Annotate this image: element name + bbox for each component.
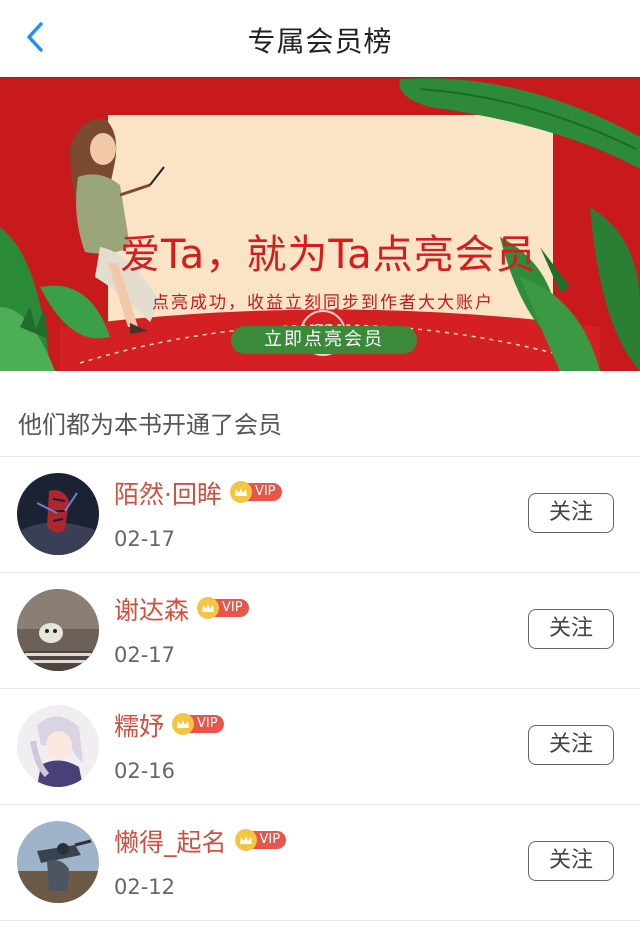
follow-button[interactable]: 关注	[528, 725, 614, 765]
member-date: 02-17	[114, 643, 176, 667]
member-date: 02-16	[114, 759, 176, 783]
member-date: 02-17	[114, 527, 176, 551]
list-item[interactable]: 糯妤 VIP 02-16 关注	[0, 689, 640, 805]
member-name[interactable]: 陌然·回眸 VIP	[114, 475, 282, 511]
list-item[interactable]: 谢达森 VIP 02-17 关注	[0, 573, 640, 689]
light-up-vip-button[interactable]: 立即点亮会员	[231, 326, 417, 354]
top-nav-bar: 专属会员榜	[0, 0, 640, 77]
vip-badge: VIP	[234, 829, 287, 851]
vip-badge: VIP	[172, 713, 224, 735]
banner-subtitle: 点亮成功，收益立刻同步到作者大大账户	[152, 293, 494, 313]
crown-icon	[197, 597, 220, 619]
list-item[interactable]: 懒得_起名 VIP 02-12 关注	[0, 805, 640, 921]
banner-title: 爱Ta，就为Ta点亮会员	[120, 232, 537, 278]
follow-button[interactable]: 关注	[528, 493, 614, 533]
avatar[interactable]	[17, 589, 99, 671]
member-name-text: 糯妤	[114, 712, 165, 741]
crown-icon	[229, 481, 252, 503]
crown-icon	[172, 713, 195, 735]
avatar[interactable]	[17, 821, 99, 903]
member-name-text: 陌然·回眸	[114, 480, 222, 509]
avatar[interactable]	[17, 473, 99, 555]
section-title: 他们都为本书开通了会员	[0, 371, 640, 457]
member-list: 陌然·回眸 VIP 02-17 关注 谢达森 VIP 02-17 关注 糯妤 V…	[0, 457, 640, 921]
avatar[interactable]	[17, 705, 99, 787]
member-name[interactable]: 懒得_起名 VIP	[114, 823, 287, 859]
member-name-text: 谢达森	[114, 596, 190, 625]
member-name[interactable]: 糯妤 VIP	[114, 707, 224, 743]
member-name[interactable]: 谢达森 VIP	[114, 591, 249, 627]
crown-icon	[234, 829, 257, 851]
promo-banner[interactable]: 爱Ta，就为Ta点亮会员 点亮成功，收益立刻同步到作者大大账户 立即点亮会员	[0, 77, 640, 371]
vip-badge: VIP	[197, 597, 249, 619]
member-date: 02-12	[114, 875, 176, 899]
vip-badge: VIP	[229, 481, 282, 503]
page-title: 专属会员榜	[247, 25, 393, 58]
member-name-text: 懒得_起名	[114, 828, 227, 857]
follow-button[interactable]: 关注	[528, 841, 614, 881]
follow-button[interactable]: 关注	[528, 609, 614, 649]
list-item[interactable]: 陌然·回眸 VIP 02-17 关注	[0, 457, 640, 573]
